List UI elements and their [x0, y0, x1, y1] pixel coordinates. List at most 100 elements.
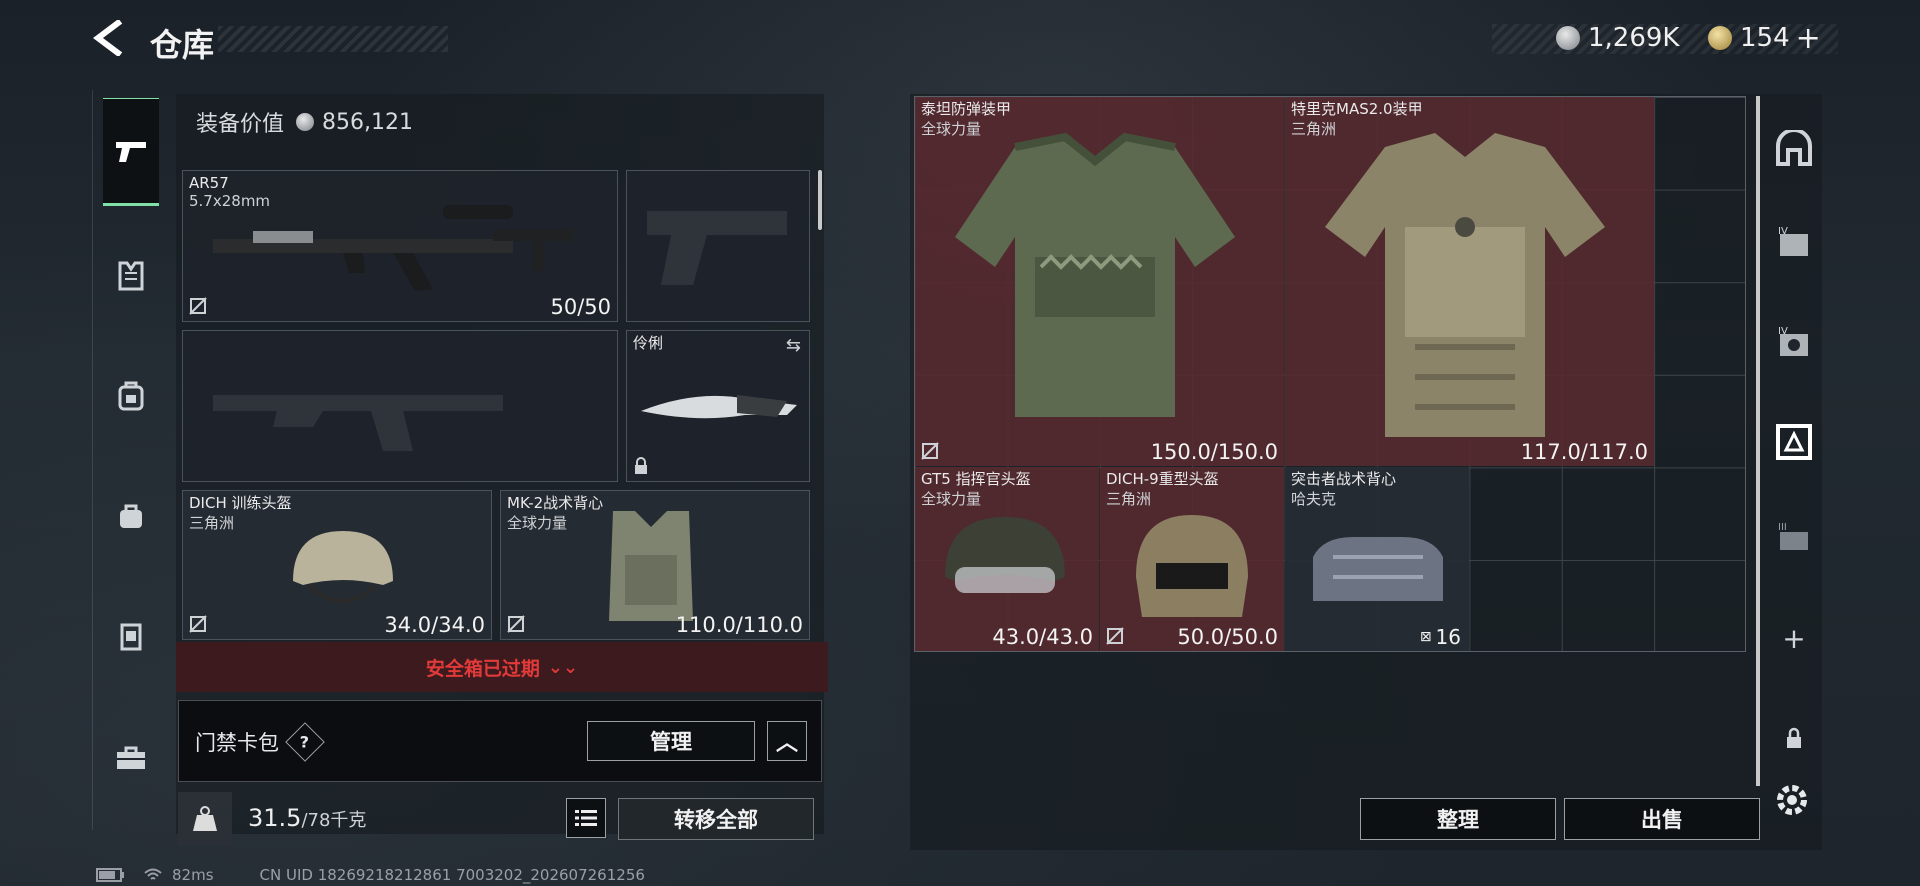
weight-readout: 31.5/78千克 — [248, 804, 366, 832]
help-icon[interactable]: ? — [285, 722, 325, 762]
nav-backpack[interactable] — [103, 368, 159, 424]
storage-item[interactable]: GT5 指挥官头盔 全球力量 43.0/43.0 — [915, 467, 1099, 651]
card-pack-panel: 门禁卡包 ? 管理 ︿ — [178, 700, 822, 782]
equipment-value-label: 装备价值 — [196, 112, 285, 137]
durability-text: 34.0/34.0 — [384, 613, 485, 637]
add-storage-button[interactable]: + — [1766, 610, 1822, 666]
list-view-button[interactable] — [566, 798, 606, 838]
durability-text: 43.0/43.0 — [992, 625, 1093, 649]
lock-icon — [633, 457, 649, 475]
manage-button[interactable]: 管理 — [587, 721, 755, 761]
battery-icon — [96, 868, 124, 882]
pistol-slot[interactable] — [626, 170, 810, 322]
item-name: 突击者战术背心 — [1291, 470, 1397, 488]
storage-item[interactable]: 突击者战术背心 哈夫克 ⊠ 16 — [1285, 467, 1469, 651]
pistol-silhouette-icon — [647, 211, 787, 285]
item-name: GT5 指挥官头盔 — [921, 470, 1031, 488]
svg-text:III: III — [1778, 522, 1787, 533]
item-faction: 哈夫克 — [1291, 490, 1337, 508]
transfer-all-button[interactable]: 转移全部 — [618, 798, 814, 840]
arch-icon — [1776, 130, 1812, 166]
gold-currency: 154 + — [1708, 20, 1821, 56]
sort-button[interactable]: 整理 — [1360, 798, 1556, 840]
container-icon: III — [1778, 522, 1808, 550]
melee-slot[interactable]: 伶俐 ⇆ — [626, 330, 810, 482]
armor-image — [955, 132, 1235, 417]
durability-text: 50/50 — [550, 295, 611, 319]
back-button[interactable] — [92, 20, 132, 60]
svg-text:IV: IV — [1778, 326, 1788, 337]
helmet-slot[interactable]: DICH 训练头盔 三角洲 34.0/34.0 — [182, 490, 492, 640]
nav-bag[interactable] — [103, 488, 159, 544]
equipment-value: 装备价值 856,121 — [196, 106, 413, 138]
storage-tab-3[interactable]: IV — [1766, 314, 1822, 370]
list-icon — [575, 810, 597, 826]
svg-text:IV: IV — [1778, 226, 1788, 237]
slot-name: AR57 — [189, 174, 229, 192]
add-currency-button[interactable]: + — [1796, 21, 1821, 56]
ping-text: 82ms — [172, 866, 214, 884]
storage-tab-2[interactable]: IV — [1766, 214, 1822, 270]
vest-image — [609, 511, 693, 621]
uid-text: CN UID 18269218212861 7003202_2026072612… — [259, 866, 645, 884]
helmet-image — [1136, 515, 1248, 617]
expired-text: 安全箱已过期 — [425, 657, 540, 680]
case-icon — [117, 746, 145, 769]
no-insure-icon — [507, 615, 525, 633]
weight-max: /78千克 — [301, 810, 367, 831]
storage-item[interactable]: 特里克MAS2.0装甲 三角洲 117.0/117.0 — [1285, 97, 1654, 466]
storage-scrollbar[interactable] — [1756, 96, 1760, 786]
slot-name: DICH 训练头盔 — [189, 494, 292, 512]
capacity-text: 16 — [1435, 625, 1461, 649]
storage-tab-main[interactable] — [1766, 120, 1822, 176]
storage-item[interactable]: DICH-9重型头盔 三角洲 50.0/50.0 — [1100, 467, 1284, 651]
nav-case[interactable] — [103, 730, 159, 786]
storage-item[interactable]: 泰坦防弹装甲 全球力量 150.0/150.0 — [915, 97, 1284, 466]
nav-armor[interactable] — [103, 248, 159, 304]
rifle-silhouette-icon — [213, 395, 503, 451]
armor-icon — [118, 261, 144, 291]
rifle-image — [213, 205, 573, 291]
secure-case-expired-banner[interactable]: 安全箱已过期 ⌄⌄ — [176, 642, 828, 692]
item-name: 特里克MAS2.0装甲 — [1291, 100, 1423, 118]
silver-amount: 1,269K — [1588, 23, 1680, 53]
sell-button[interactable]: 出售 — [1564, 798, 1760, 840]
slot-name: 伶俐 — [633, 334, 664, 352]
loadout-scrollbar[interactable] — [818, 170, 822, 230]
page-title: 仓库 — [150, 26, 215, 64]
storage-tab-4-active[interactable] — [1766, 414, 1822, 470]
nav-chest-rig[interactable] — [103, 608, 159, 664]
slot-faction: 三角洲 — [189, 514, 235, 532]
weight-current: 31.5 — [248, 804, 302, 832]
title-decoration — [218, 26, 448, 52]
silver-currency: 1,269K — [1556, 20, 1679, 56]
no-insure-icon — [189, 615, 207, 633]
gold-amount: 154 — [1740, 23, 1790, 53]
primary-weapon-slot[interactable]: AR57 5.7x28mm 50/50 — [182, 170, 618, 322]
nav-weapons[interactable] — [103, 98, 159, 206]
container-icon: IV — [1778, 226, 1808, 256]
storage-tab-5[interactable]: III — [1766, 510, 1822, 566]
helmet-image — [293, 531, 393, 603]
equipment-value-amount: 856,121 — [322, 109, 413, 135]
item-name: 泰坦防弹装甲 — [921, 100, 1012, 118]
collapse-button[interactable]: ︿ — [767, 721, 807, 761]
weight-icon — [178, 792, 232, 846]
swap-icon[interactable]: ⇆ — [786, 335, 801, 356]
card-pack-title: 门禁卡包 ? — [195, 722, 325, 762]
chevron-down-icon: ⌄⌄ — [547, 656, 579, 678]
container-icon: IV — [1778, 326, 1808, 356]
silver-coin-icon — [1556, 26, 1580, 50]
status-bar: 82ms CN UID 18269218212861 7003202_20260… — [96, 866, 645, 884]
vest-image — [1313, 537, 1443, 601]
secondary-weapon-slot[interactable] — [182, 330, 618, 482]
category-nav — [92, 90, 167, 830]
pistol-icon — [116, 142, 146, 162]
container-icon — [1776, 424, 1812, 460]
no-insure-icon — [1106, 627, 1124, 645]
settings-gear-icon[interactable] — [1772, 780, 1812, 820]
item-name: DICH-9重型头盔 — [1106, 470, 1219, 488]
vest-slot[interactable]: MK-2战术背心 全球力量 110.0/110.0 — [500, 490, 810, 640]
durability-text: 50.0/50.0 — [1177, 625, 1278, 649]
card-pack-label: 门禁卡包 — [195, 731, 279, 755]
